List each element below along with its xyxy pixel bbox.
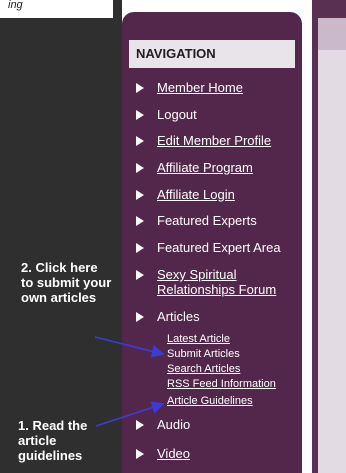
nav-item-video[interactable]: Video xyxy=(136,446,296,461)
dark-strip xyxy=(113,0,122,473)
content-area xyxy=(318,18,346,473)
annotation-submit-articles: 2. Click here to submit your own article… xyxy=(21,260,112,305)
nav-item-forum[interactable]: Sexy Spiritual Relationships Forum xyxy=(136,267,286,297)
nav-item-label[interactable]: Affiliate Program xyxy=(157,160,253,175)
nav-item-label[interactable]: Articles xyxy=(157,309,200,324)
navigation-sidebar: NAVIGATION Member Home Logout Edit Membe… xyxy=(122,12,302,473)
nav-item-audio[interactable]: Audio xyxy=(136,417,296,432)
bullet-arrow-icon xyxy=(136,270,144,280)
nav-item-label[interactable]: Featured Expert Area xyxy=(157,240,281,255)
nav-item-label[interactable]: Logout xyxy=(157,107,197,122)
navigation-header: NAVIGATION xyxy=(129,40,295,68)
nav-item-label[interactable]: Sexy Spiritual Relationships Forum xyxy=(157,267,286,297)
gap xyxy=(302,0,312,473)
bullet-arrow-icon xyxy=(136,110,144,120)
submenu-latest-article[interactable]: Latest Article xyxy=(167,333,230,345)
submenu-article-guidelines[interactable]: Article Guidelines xyxy=(167,395,253,407)
submenu-submit-articles[interactable]: Submit Articles xyxy=(167,348,240,360)
nav-item-label[interactable]: Video xyxy=(157,446,190,461)
nav-item-label[interactable]: Audio xyxy=(157,417,190,432)
top-text-fragment: ing xyxy=(8,0,23,11)
nav-item-edit-member-profile[interactable]: Edit Member Profile xyxy=(136,133,296,148)
nav-item-articles[interactable]: Articles xyxy=(136,309,296,324)
submenu-rss-feed-information[interactable]: RSS Feed Information xyxy=(167,378,276,390)
submenu-search-articles[interactable]: Search Articles xyxy=(167,363,240,375)
nav-item-affiliate-login[interactable]: Affiliate Login xyxy=(136,187,296,202)
bullet-arrow-icon xyxy=(136,449,144,459)
annotation-read-guidelines: 1. Read the article guidelines xyxy=(18,418,88,463)
bullet-arrow-icon xyxy=(136,136,144,146)
bullet-arrow-icon xyxy=(136,163,144,173)
nav-item-logout[interactable]: Logout xyxy=(136,107,296,122)
content-header xyxy=(318,18,346,50)
nav-item-featured-experts[interactable]: Featured Experts xyxy=(136,213,296,228)
nav-item-featured-expert-area[interactable]: Featured Expert Area xyxy=(136,240,296,255)
annotation-panel xyxy=(0,18,113,473)
nav-item-label[interactable]: Member Home xyxy=(157,80,243,95)
bullet-arrow-icon xyxy=(136,312,144,322)
nav-item-label[interactable]: Edit Member Profile xyxy=(157,133,271,148)
bullet-arrow-icon xyxy=(136,243,144,253)
bullet-arrow-icon xyxy=(136,190,144,200)
bullet-arrow-icon xyxy=(136,420,144,430)
nav-item-member-home[interactable]: Member Home xyxy=(136,80,296,95)
bullet-arrow-icon xyxy=(136,83,144,93)
nav-item-label[interactable]: Affiliate Login xyxy=(157,187,235,202)
bullet-arrow-icon xyxy=(136,216,144,226)
nav-item-label[interactable]: Featured Experts xyxy=(157,213,257,228)
nav-item-affiliate-program[interactable]: Affiliate Program xyxy=(136,160,296,175)
